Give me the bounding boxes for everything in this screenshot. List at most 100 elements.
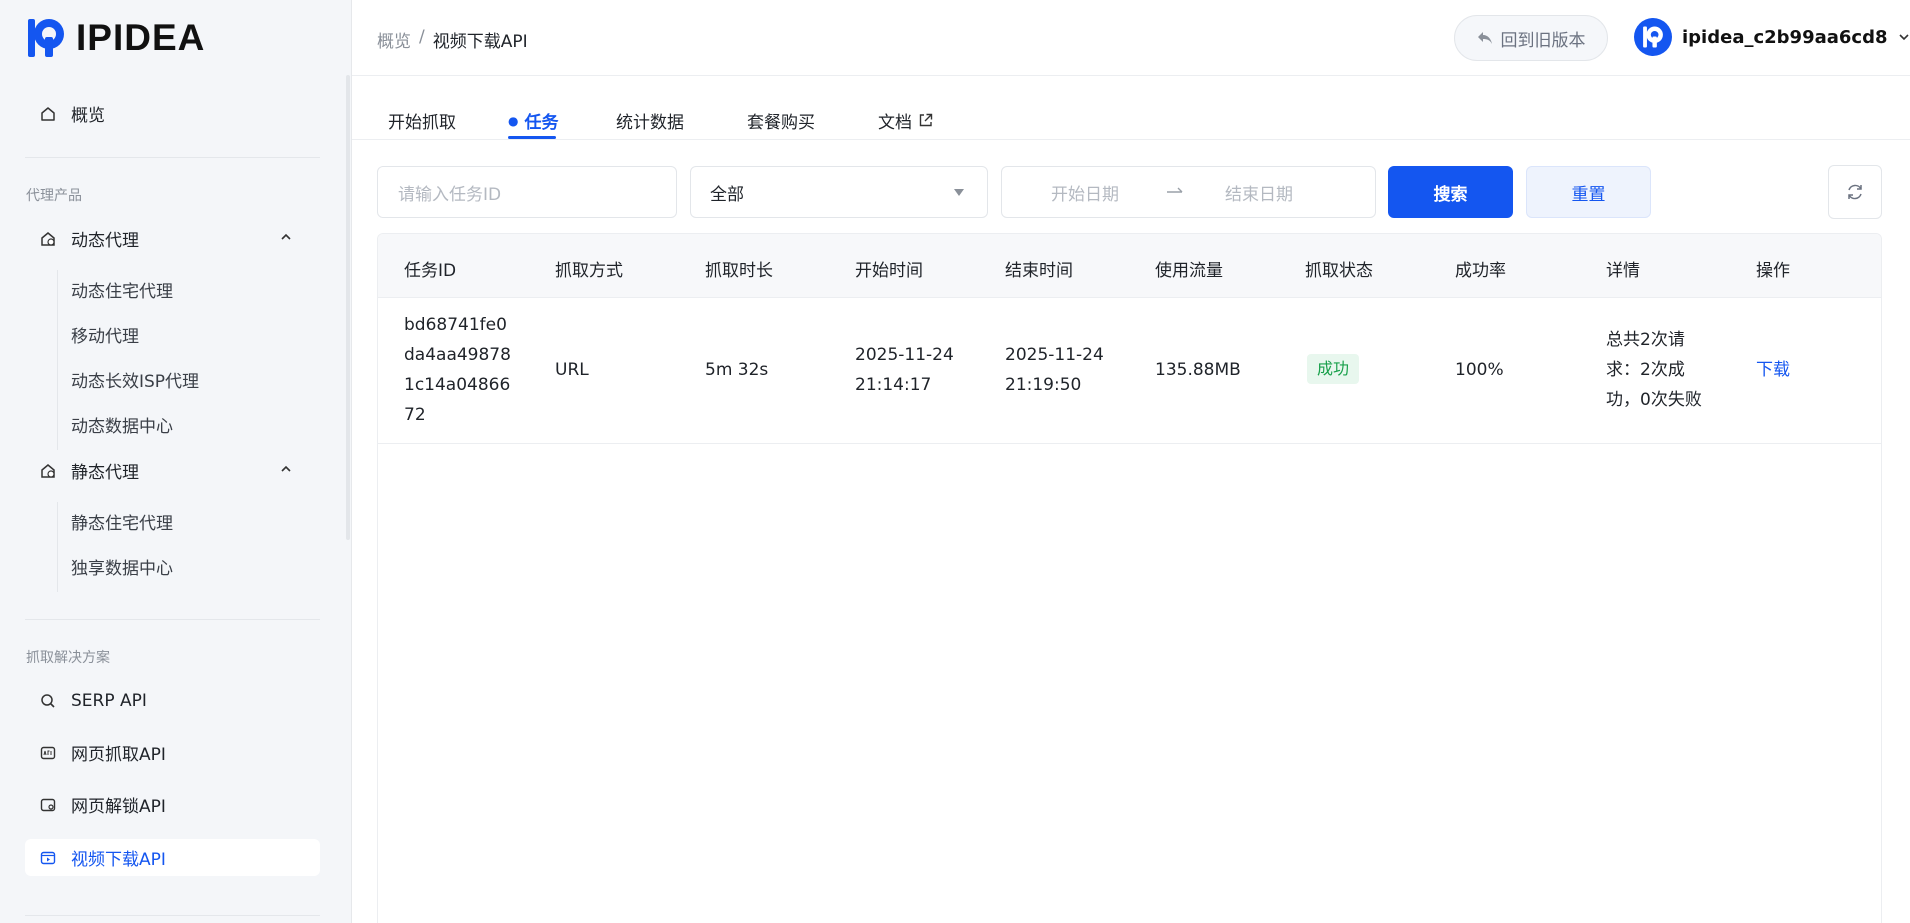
table-header: 任务ID 抓取方式 抓取时长 开始时间 结束时间 使用流量 抓取状态 成功率 详…: [378, 234, 1881, 298]
ipidea-avatar-icon: [1643, 26, 1663, 48]
sidebar-item-label: SERP API: [71, 690, 147, 711]
sidebar-item-static-proxy[interactable]: 静态代理: [25, 452, 320, 489]
reply-arrow-icon: [1477, 32, 1492, 44]
tab-label: 开始抓取: [388, 113, 456, 133]
status-select[interactable]: 全部: [690, 166, 988, 218]
dynamic-proxy-icon: [39, 230, 57, 248]
reset-button[interactable]: 重置: [1526, 166, 1651, 218]
back-to-old-version-button[interactable]: 回到旧版本: [1454, 15, 1608, 61]
sidebar-item-dynamic-isp[interactable]: 动态长效ISP代理: [71, 367, 199, 392]
start-date-input[interactable]: 开始日期: [1051, 180, 1119, 205]
column-header: 使用流量: [1155, 261, 1223, 281]
tab-label: 文档: [878, 113, 912, 133]
task-id-input[interactable]: 请输入任务ID: [377, 166, 677, 218]
detail-line: 求：2次成: [1606, 360, 1685, 380]
external-link-icon: [919, 113, 933, 127]
section-label-proxy: 代理产品: [26, 188, 82, 204]
date-range-picker[interactable]: 开始日期 结束日期: [1001, 166, 1376, 218]
column-header: 任务ID: [404, 261, 457, 281]
top-bar: 概览 / 视频下载API 回到旧版本 ipidea_c2b99aa6cd8: [352, 0, 1910, 76]
sidebar-item-label: 视频下载API: [71, 850, 166, 870]
breadcrumb: 概览 / 视频下载API: [377, 27, 528, 52]
brand-logo[interactable]: IPIDEA: [26, 16, 205, 60]
start-clock: 21:14:17: [855, 375, 932, 395]
tasks-table: 任务ID 抓取方式 抓取时长 开始时间 结束时间 使用流量 抓取状态 成功率 详…: [377, 233, 1882, 923]
cell-method: URL: [555, 360, 589, 380]
column-header: 结束时间: [1005, 261, 1073, 281]
task-id-line: 72: [404, 405, 426, 425]
column-header: 抓取方式: [555, 261, 623, 281]
tab-tasks[interactable]: ● 任务: [508, 108, 558, 133]
status-select-value: 全部: [710, 184, 744, 205]
search-icon: [39, 692, 57, 710]
avatar: [1634, 18, 1672, 56]
status-badge: 成功: [1307, 354, 1360, 384]
cell-detail: 总共2次请 求：2次成 功，0次失败: [1606, 325, 1702, 415]
breadcrumb-home[interactable]: 概览: [377, 27, 411, 52]
sidebar-item-dynamic-datacenter[interactable]: 动态数据中心: [71, 412, 173, 437]
detail-line: 总共2次请: [1606, 330, 1685, 350]
sidebar-item-label: 网页解锁API: [71, 797, 166, 817]
sidebar: IPIDEA 概览 代理产品 动态代理 动态住宅代理 移动代理 动态长效ISP代…: [0, 0, 350, 923]
sidebar-item-label: 静态代理: [71, 463, 139, 483]
ipidea-logo-icon: [28, 19, 64, 57]
sidebar-item-dynamic-residential[interactable]: 动态住宅代理: [71, 277, 173, 302]
cell-success-rate: 100%: [1455, 360, 1504, 380]
refresh-button[interactable]: [1828, 165, 1882, 219]
column-header: 抓取状态: [1305, 261, 1373, 281]
cell-task-id: bd68741fe0 da4aa49878 1c14a04866 72: [404, 310, 511, 430]
tab-label: 统计数据: [616, 113, 684, 133]
download-link[interactable]: 下载: [1756, 355, 1790, 385]
cell-traffic: 135.88MB: [1155, 360, 1241, 380]
detail-line: 功，0次失败: [1606, 390, 1702, 410]
cell-start-time: 2025-11-24 21:14:17: [855, 340, 954, 400]
tab-bar: 开始抓取 ● 任务 统计数据 套餐购买 文档: [352, 76, 1910, 140]
tab-label: 套餐购买: [747, 113, 815, 133]
cell-end-time: 2025-11-24 21:19:50: [1005, 340, 1104, 400]
submenu-guide-line: [57, 270, 58, 450]
sidebar-divider: [25, 157, 320, 158]
chevron-up-icon[interactable]: [280, 463, 292, 475]
end-date: 2025-11-24: [1005, 345, 1104, 365]
task-id-line: 1c14a04866: [404, 375, 511, 395]
sidebar-item-label: 动态代理: [71, 231, 139, 251]
caret-down-icon: [954, 189, 964, 196]
breadcrumb-current: 视频下载API: [432, 32, 528, 52]
refresh-icon: [1848, 184, 1862, 200]
back-to-old-version-label: 回到旧版本: [1500, 30, 1586, 51]
static-proxy-icon: [39, 462, 57, 480]
end-clock: 21:19:50: [1005, 375, 1082, 395]
column-header: 操作: [1756, 261, 1790, 281]
task-id-line: da4aa49878: [404, 345, 511, 365]
search-button[interactable]: 搜索: [1388, 166, 1513, 218]
sidebar-item-label: 网页抓取API: [71, 745, 166, 765]
sidebar-item-static-residential[interactable]: 静态住宅代理: [71, 509, 173, 534]
tab-plan-purchase[interactable]: 套餐购买: [747, 108, 815, 133]
sidebar-item-video-download-api[interactable]: 视频下载API: [25, 839, 320, 876]
sidebar-item-overview[interactable]: 概览: [25, 95, 320, 132]
sidebar-item-dynamic-proxy[interactable]: 动态代理: [25, 220, 320, 257]
sidebar-item-web-scraper-api[interactable]: 网页抓取API: [25, 734, 320, 771]
tab-docs[interactable]: 文档: [878, 108, 933, 133]
end-date-input[interactable]: 结束日期: [1225, 180, 1293, 205]
sidebar-item-serp-api[interactable]: SERP API: [25, 682, 320, 719]
breadcrumb-separator: /: [419, 27, 425, 47]
sidebar-item-mobile-proxy[interactable]: 移动代理: [71, 322, 139, 347]
submenu-guide-line: [57, 502, 58, 592]
sidebar-item-web-unlocker-api[interactable]: 网页解锁API: [25, 786, 320, 823]
user-menu[interactable]: ipidea_c2b99aa6cd8: [1634, 18, 1910, 56]
sidebar-divider: [25, 915, 320, 916]
sidebar-item-dedicated-datacenter[interactable]: 独享数据中心: [71, 554, 173, 579]
tab-start-scraping[interactable]: 开始抓取: [388, 108, 456, 133]
start-date: 2025-11-24: [855, 345, 954, 365]
chevron-up-icon[interactable]: [280, 231, 292, 243]
sidebar-divider: [25, 619, 320, 620]
sidebar-scrollbar[interactable]: [346, 75, 350, 540]
tab-statistics[interactable]: 统计数据: [616, 108, 684, 133]
unlock-icon: [39, 796, 57, 814]
video-icon: [39, 849, 57, 867]
chevron-down-icon[interactable]: [1898, 31, 1910, 43]
cell-duration: 5m 32s: [705, 360, 769, 380]
sidebar-item-label: 概览: [71, 106, 105, 126]
arrow-right-icon: [1167, 187, 1183, 193]
